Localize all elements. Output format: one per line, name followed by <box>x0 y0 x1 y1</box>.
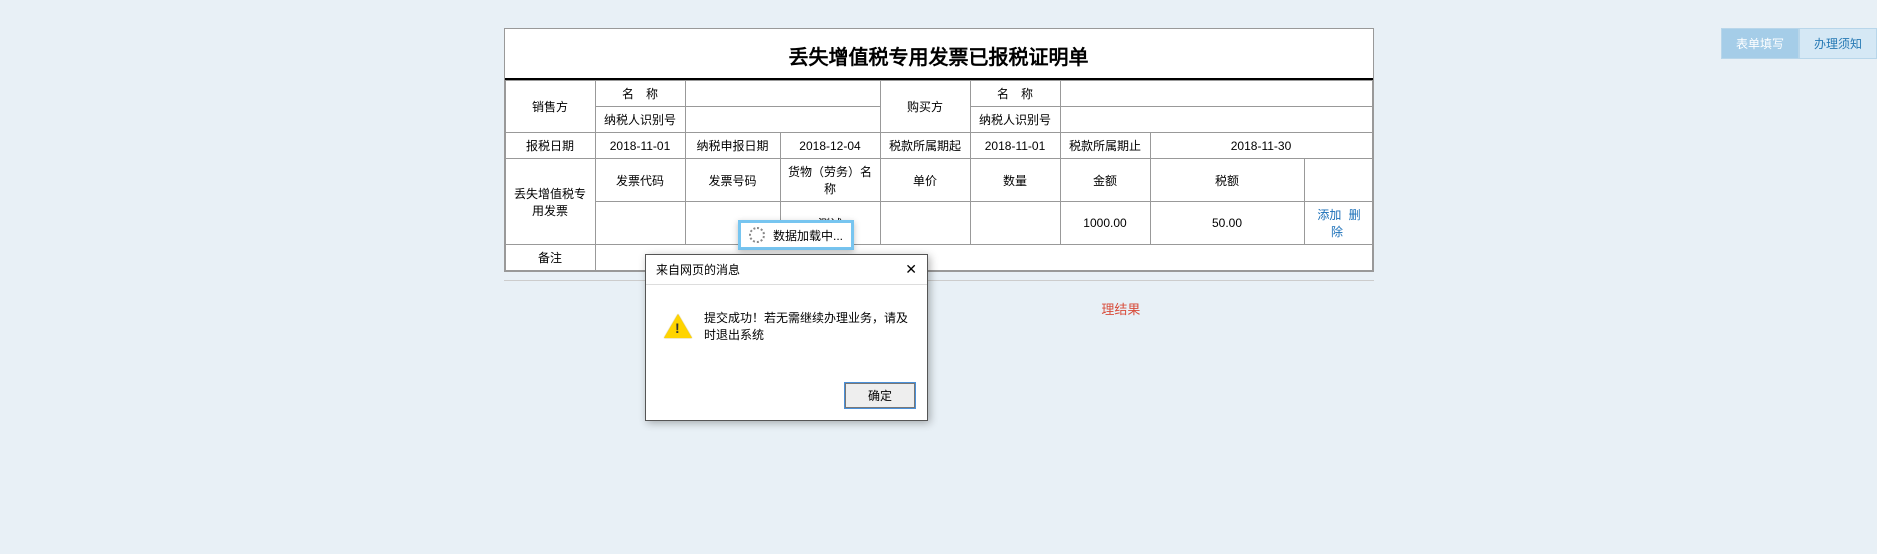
amount-value[interactable]: 1000.00 <box>1060 202 1150 245</box>
buyer-taxid-value[interactable] <box>1060 107 1372 133</box>
label-seller: 销售方 <box>505 81 595 133</box>
footer-buttons <box>0 330 1877 357</box>
header-qty: 数量 <box>970 159 1060 202</box>
tax-value[interactable]: 50.00 <box>1150 202 1304 245</box>
label-lost-invoice: 丢失增值税专用发票 <box>505 159 595 245</box>
row-actions: 添加 删除 <box>1304 202 1372 245</box>
header-amount: 金额 <box>1060 159 1150 202</box>
buyer-name-value[interactable] <box>1060 81 1372 107</box>
hint-suffix: 理结果 <box>1101 302 1140 317</box>
label-period-from: 税款所属期起 <box>880 133 970 159</box>
seller-taxid-value[interactable] <box>685 107 880 133</box>
dialog-title: 来自网页的消息 <box>656 261 740 278</box>
seller-name-value[interactable] <box>685 81 880 107</box>
label-name-seller: 名 称 <box>595 81 685 107</box>
loading-text: 数据加载中... <box>773 227 843 244</box>
footer-hint: 温馨提 xxxxxxxxxxxxxxxxxxxxxxxxxxxxxxxxxxxx… <box>0 299 1877 318</box>
invoice-code-value[interactable] <box>595 202 685 245</box>
label-tax-date: 报税日期 <box>505 133 595 159</box>
header-invoice-no: 发票号码 <box>685 159 780 202</box>
declare-date-value[interactable]: 2018-12-04 <box>780 133 880 159</box>
label-name-buyer: 名 称 <box>970 81 1060 107</box>
ok-button[interactable]: 确定 <box>845 383 915 408</box>
add-button[interactable]: 添加 <box>1315 208 1343 222</box>
close-icon[interactable]: ✕ <box>905 261 917 278</box>
header-invoice-code: 发票代码 <box>595 159 685 202</box>
top-tabs: 表单填写 办理须知 <box>1721 28 1877 59</box>
header-unit-price: 单价 <box>880 159 970 202</box>
divider <box>504 280 1374 281</box>
period-to-value[interactable]: 2018-11-30 <box>1150 133 1372 159</box>
label-period-to: 税款所属期止 <box>1060 133 1150 159</box>
form-title: 丢失增值税专用发票已报税证明单 <box>505 29 1373 78</box>
label-remark: 备注 <box>505 245 595 271</box>
tab-form-fill[interactable]: 表单填写 <box>1721 28 1799 59</box>
dialog-body: 提交成功！若无需继续办理业务，请及时退出系统 <box>646 285 927 375</box>
warning-icon <box>664 314 692 338</box>
form-table: 销售方 名 称 购买方 名 称 纳税人识别号 纳税人识别号 报税日期 2018-… <box>505 80 1373 271</box>
label-buyer: 购买方 <box>880 81 970 133</box>
dialog-footer: 确定 <box>646 375 927 420</box>
period-from-value[interactable]: 2018-11-01 <box>970 133 1060 159</box>
alert-dialog: 来自网页的消息 ✕ 提交成功！若无需继续办理业务，请及时退出系统 确定 <box>645 254 928 421</box>
invoice-row: 测试 1000.00 50.00 添加 删除 <box>505 202 1372 245</box>
tax-date-value[interactable]: 2018-11-01 <box>595 133 685 159</box>
label-declare-date: 纳税申报日期 <box>685 133 780 159</box>
dialog-message: 提交成功！若无需继续办理业务，请及时退出系统 <box>704 309 909 343</box>
label-seller-taxid: 纳税人识别号 <box>595 107 685 133</box>
label-buyer-taxid: 纳税人识别号 <box>970 107 1060 133</box>
spinner-icon <box>749 227 765 243</box>
header-goods: 货物（劳务）名称 <box>780 159 880 202</box>
header-actions <box>1304 159 1372 202</box>
loading-indicator: 数据加载中... <box>738 220 854 250</box>
unit-price-value[interactable] <box>880 202 970 245</box>
dialog-header: 来自网页的消息 ✕ <box>646 255 927 285</box>
qty-value[interactable] <box>970 202 1060 245</box>
form-container: 丢失增值税专用发票已报税证明单 销售方 名 称 购买方 名 称 纳税人识别号 纳… <box>504 28 1374 272</box>
header-tax: 税额 <box>1150 159 1304 202</box>
tab-notice[interactable]: 办理须知 <box>1799 28 1877 59</box>
